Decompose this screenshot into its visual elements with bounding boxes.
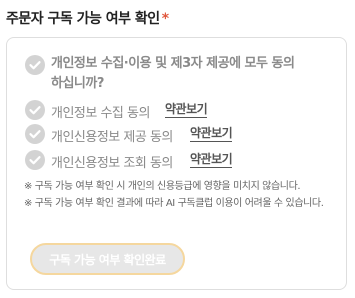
required-mark: * [161, 11, 169, 27]
consent-label-credit-inquiry: 개인신용정보 조회 동의 [51, 156, 173, 171]
notice-credit-impact: ※ 구독 가능 여부 확인 시 개인의 신용등급에 영향을 미치지 않습니다. [24, 181, 301, 192]
section-title-text: 주문자 구독 가능 여부 확인 [6, 11, 160, 27]
consent-label-collect: 개인정보 수집 동의 [51, 106, 150, 121]
notice-usage-limit: ※ 구독 가능 여부 확인 결과에 따라 AI 구독클럽 이용이 어려울 수 있… [24, 198, 324, 209]
consent-checkbox-collect[interactable] [25, 100, 45, 120]
view-terms-link-credit-inquiry[interactable]: 약관보기 [190, 152, 233, 168]
agree-all-checkbox[interactable] [25, 55, 45, 75]
consent-label-credit-provide: 개인신용정보 제공 동의 [51, 130, 173, 145]
section-title: 주문자 구독 가능 여부 확인 * [6, 8, 169, 28]
confirm-eligibility-button[interactable]: 구독 가능 여부 확인완료 [30, 243, 185, 275]
agree-all-label: 개인정보 수집·이용 및 제3자 제공에 모두 동의하십니까? [51, 56, 295, 91]
check-icon [29, 61, 41, 70]
consent-checkbox-credit-inquiry[interactable] [25, 150, 45, 170]
view-terms-link-collect[interactable]: 약관보기 [165, 102, 208, 118]
consent-checkbox-credit-provide[interactable] [25, 124, 45, 144]
view-terms-link-credit-provide[interactable]: 약관보기 [190, 126, 233, 142]
check-icon [29, 106, 41, 115]
check-icon [29, 156, 41, 165]
check-icon [29, 130, 41, 139]
